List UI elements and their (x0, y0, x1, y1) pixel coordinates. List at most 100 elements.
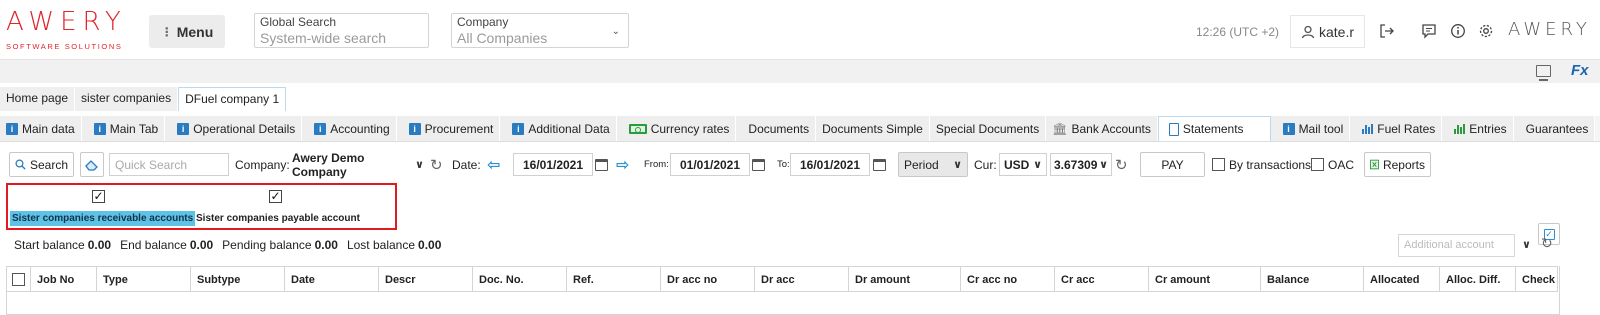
quick-search-input[interactable]: Quick Search (109, 153, 229, 176)
column-header[interactable]: Dr amount (848, 267, 960, 292)
column-header[interactable]: Cr acc no (960, 267, 1054, 292)
clock-time: 12:26 (UTC +2) (1196, 25, 1280, 39)
payable-account-label[interactable]: Sister companies payable account (194, 211, 362, 226)
column-header[interactable]: Allocated (1363, 267, 1439, 292)
double-chevron-icon: ∨ (1033, 159, 1042, 171)
table-header: Job No Type Subtype Date Descr Doc. No. … (6, 266, 1558, 292)
tab-documents[interactable]: Documents (736, 116, 817, 141)
refresh-icon[interactable]: ↻ (430, 156, 443, 174)
search-button[interactable]: Search (9, 152, 74, 177)
breadcrumb-sister-companies[interactable]: sister companies (75, 87, 179, 111)
column-header[interactable]: Dr acc no (660, 267, 754, 292)
calendar-icon[interactable] (873, 158, 886, 171)
info-icon[interactable] (1449, 22, 1467, 40)
tab-accounting[interactable]: i Accounting (302, 116, 397, 141)
tab-statements[interactable]: Statements (1157, 116, 1271, 141)
period-select[interactable]: Period ∨ (898, 152, 968, 177)
currency-select[interactable]: USD ∨ (999, 153, 1047, 176)
rate-input[interactable]: 3.67309 ∨ (1050, 153, 1112, 176)
bar-chart-icon (1454, 124, 1466, 134)
pending-balance-value: 0.00 (314, 238, 338, 252)
column-header[interactable]: Check (1515, 267, 1558, 292)
refresh-icon[interactable]: ↻ (1115, 156, 1128, 174)
receivable-accounts-label[interactable]: Sister companies receivable accounts (10, 211, 196, 226)
column-header[interactable]: Date (284, 267, 378, 292)
breadcrumb-home[interactable]: Home page (0, 87, 76, 111)
column-header[interactable]: Balance (1260, 267, 1363, 292)
tab-special-documents[interactable]: Special Documents (929, 116, 1047, 141)
currency-value: USD (1004, 157, 1030, 172)
double-chevron-icon[interactable]: ∨ (415, 158, 424, 171)
by-transactions-label: By transactions (1229, 157, 1312, 172)
tab-guarantees[interactable]: Guarantees (1513, 116, 1596, 141)
column-header[interactable]: Subtype (190, 267, 284, 292)
tab-label: Operational Details (193, 122, 296, 136)
column-header[interactable]: Alloc. Diff. (1439, 267, 1515, 292)
arrow-right-icon[interactable]: ⇨ (616, 155, 629, 175)
breadcrumb-current[interactable]: DFuel company 1 (178, 87, 287, 111)
column-header[interactable]: Type (96, 267, 190, 292)
to-label: To: (777, 159, 790, 170)
tab-fuel-rates[interactable]: Fuel Rates (1350, 116, 1443, 141)
awery-logo[interactable]: AWERY SOFTWARE SOLUTIONS (6, 8, 127, 51)
tab-entries[interactable]: Entries (1442, 116, 1514, 141)
to-date-input[interactable]: 16/01/2021 (790, 153, 870, 176)
column-header[interactable]: Dr acc (754, 267, 848, 292)
info-icon: i (512, 123, 525, 135)
global-search-input[interactable]: Global Search System-wide search (254, 13, 429, 48)
payable-checkbox[interactable]: ✓ (269, 190, 282, 203)
tab-documents-simple[interactable]: Documents Simple (816, 116, 930, 141)
monitor-icon[interactable] (1536, 65, 1551, 81)
calendar-icon[interactable] (595, 158, 608, 171)
additional-account-input[interactable]: Additional account (1398, 234, 1515, 257)
column-header[interactable]: Doc. No. (472, 267, 566, 292)
tab-label: Entries (1469, 122, 1507, 136)
gear-icon[interactable] (1477, 22, 1495, 40)
column-header[interactable]: Descr (378, 267, 472, 292)
tab-operational-details[interactable]: i Operational Details (165, 116, 303, 141)
reports-button[interactable]: Reports (1364, 152, 1431, 177)
tab-main-data[interactable]: i Main data (0, 116, 82, 141)
user-menu[interactable]: kate.r (1290, 15, 1365, 48)
tab-main-tab[interactable]: i Main Tab (81, 116, 166, 141)
clear-filter-button[interactable] (80, 152, 104, 177)
logout-icon[interactable] (1378, 22, 1396, 40)
double-chevron-icon[interactable]: ∨ (1522, 238, 1531, 251)
tab-label: Fuel Rates (1377, 122, 1436, 136)
tab-label: Bank Accounts (1071, 122, 1151, 136)
tab-mail-tool[interactable]: i Mail tool (1270, 116, 1351, 141)
document-icon (1168, 122, 1179, 136)
tab-bank-accounts[interactable]: 🏛 Bank Accounts (1046, 116, 1158, 141)
column-header[interactable]: Cr acc (1054, 267, 1148, 292)
refresh-icon[interactable]: ↻ (1541, 235, 1553, 252)
date-input[interactable]: 16/01/2021 (513, 153, 593, 176)
by-transactions-toggle[interactable]: By transactions (1212, 152, 1311, 177)
select-all-checkbox[interactable] (12, 273, 25, 286)
receivable-checkbox[interactable]: ✓ (92, 190, 105, 203)
from-date-input[interactable]: 01/01/2021 (670, 153, 750, 176)
fx-button[interactable]: Fx (1571, 62, 1589, 79)
tab-label: Procurement (424, 122, 494, 136)
calendar-icon[interactable] (752, 158, 765, 171)
by-transactions-checkbox[interactable] (1212, 158, 1225, 171)
pay-button[interactable]: PAY (1140, 152, 1205, 177)
arrow-left-icon[interactable]: ⇦ (487, 155, 500, 175)
menu-button[interactable]: ⋮ Menu (149, 15, 225, 48)
company-filter-select[interactable]: Awery Demo Company (289, 151, 413, 179)
double-chevron-icon: ∨ (953, 159, 962, 171)
from-label: From: (644, 159, 669, 170)
column-header[interactable]: Job No (30, 267, 96, 292)
chat-icon[interactable] (1420, 22, 1438, 40)
column-header[interactable]: Ref. (566, 267, 660, 292)
tab-label: Statements (1182, 122, 1244, 136)
column-header[interactable]: Cr amount (1148, 267, 1260, 292)
tab-currency-rates[interactable]: Currency rates (616, 116, 737, 141)
tab-procurement[interactable]: i Procurement (396, 116, 501, 141)
money-icon (628, 124, 647, 134)
tab-label: Accounting (330, 122, 390, 136)
oac-checkbox[interactable] (1311, 158, 1324, 171)
tab-additional-data[interactable]: i Additional Data (500, 116, 617, 141)
company-select[interactable]: Company All Companies ⌄ (451, 13, 629, 48)
breadcrumb: Home page sister companies DFuel company… (0, 87, 287, 111)
oac-toggle[interactable]: OAC (1311, 152, 1354, 177)
